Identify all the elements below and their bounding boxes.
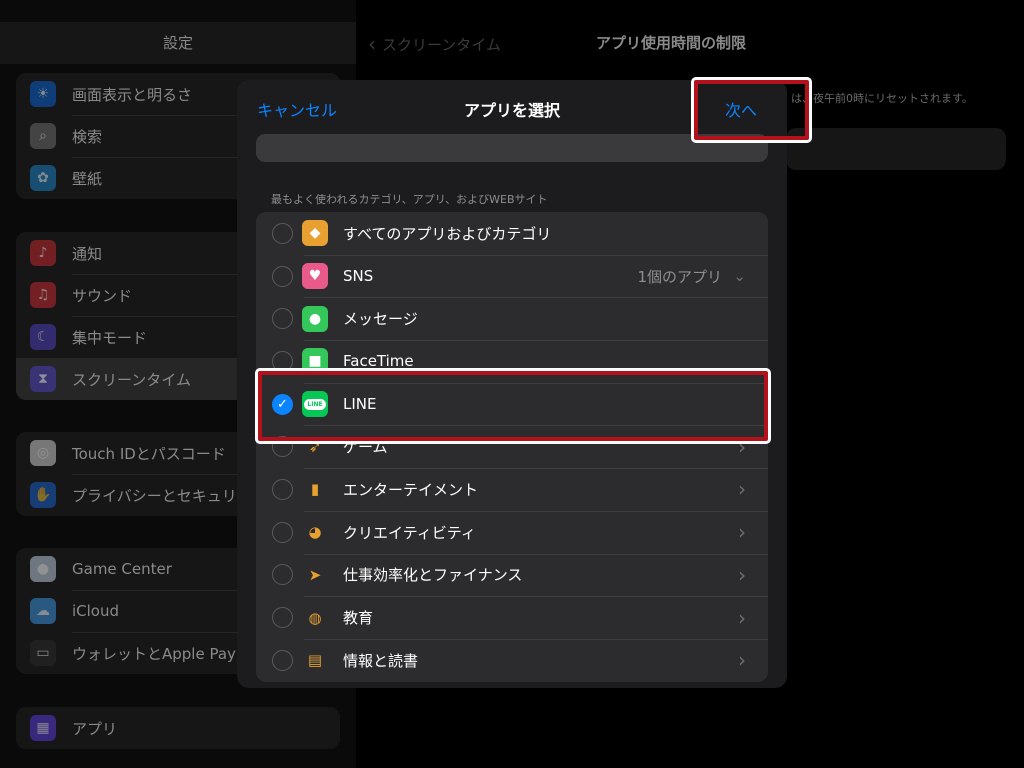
app-row-label: 仕事効率化とファイナンス xyxy=(343,566,523,585)
radio-circle-icon[interactable] xyxy=(272,649,293,671)
app-row[interactable]: ▮ エンターテイメント › xyxy=(256,468,768,511)
app-row-label: FaceTime xyxy=(343,352,414,371)
app-count-label: 1個のアプリ xyxy=(637,267,722,286)
back-label: スクリーンタイム xyxy=(382,35,501,54)
app-row[interactable]: ◍ 教育 › xyxy=(256,596,768,639)
palette-icon: ◕ xyxy=(302,519,328,546)
sidebar-title: 設定 xyxy=(0,22,356,64)
apps-grid-icon: ▦ xyxy=(30,715,56,741)
search-input[interactable] xyxy=(256,134,768,162)
radio-circle-icon[interactable] xyxy=(272,521,293,543)
sun-icon: ☀ xyxy=(30,81,56,107)
next-button-highlight xyxy=(691,77,812,143)
paper-plane-icon: ➤ xyxy=(302,561,328,588)
app-row-label: SNS xyxy=(343,267,374,286)
sidebar-item-label: サウンド xyxy=(72,286,133,305)
app-row-label: エンターテイメント xyxy=(343,480,479,499)
app-row[interactable]: ♥ SNS 1個のアプリ ⌄ xyxy=(256,254,768,298)
app-row-label: メッセージ xyxy=(343,310,418,329)
app-row-label: 情報と読書 xyxy=(343,651,419,670)
chevron-right-icon[interactable]: › xyxy=(738,563,746,587)
chevron-right-icon[interactable]: › xyxy=(738,606,746,630)
layers-icon: ◆ xyxy=(302,220,328,247)
moon-icon: ☾ xyxy=(30,324,56,350)
sidebar-item-label: 画面表示と明るさ xyxy=(72,85,193,104)
app-category-list: ◆ すべてのアプリおよびカテゴリ ♥ SNS 1個のアプリ ⌄ ● メッセージ ■ FaceTim… xyxy=(256,212,768,682)
app-row-label: クリエイティビティ xyxy=(343,523,476,542)
detail-card[interactable] xyxy=(786,128,1006,170)
globe-icon: ◍ xyxy=(302,604,328,631)
flower-icon: ✿ xyxy=(30,165,56,191)
sidebar-item-label: iCloud xyxy=(72,602,120,620)
sidebar-item-label: 検索 xyxy=(72,127,103,146)
reset-note: は、夜午前0時にリセットされます。 xyxy=(791,92,973,105)
book-icon: ▤ xyxy=(302,647,328,674)
popcorn-icon: ▮ xyxy=(302,476,328,503)
detail-title: アプリ使用時間の制限 xyxy=(596,34,747,52)
messages-icon: ● xyxy=(302,305,328,332)
app-row[interactable]: ● メッセージ xyxy=(256,297,768,340)
sidebar-group: ▦ アプリ xyxy=(16,707,340,749)
fingerprint-icon: ◎ xyxy=(30,440,56,466)
radio-circle-icon[interactable] xyxy=(272,265,293,287)
hand-icon: ✋ xyxy=(30,482,56,508)
sidebar-item-label: ウォレットとApple Pay xyxy=(72,644,236,663)
app-row-label: 教育 xyxy=(343,609,374,628)
app-row[interactable]: ➤ 仕事効率化とファイナンス › xyxy=(256,553,768,597)
radio-circle-icon[interactable] xyxy=(272,350,293,372)
app-row-label: すべてのアプリおよびカテゴリ xyxy=(343,224,552,243)
section-label: 最もよく使われるカテゴリ、アプリ、およびWEBサイト xyxy=(271,193,548,206)
sidebar-item-label: Game Center xyxy=(72,560,172,578)
sidebar-item-label: 壁紙 xyxy=(72,169,103,188)
search-icon: ⌕ xyxy=(30,123,56,149)
sidebar-item-label: スクリーンタイム xyxy=(72,370,191,389)
back-button[interactable]: ‹ スクリーンタイム xyxy=(368,32,501,56)
radio-circle-icon[interactable] xyxy=(272,564,293,586)
speaker-icon: ♫ xyxy=(30,282,56,308)
app-row[interactable]: ◆ すべてのアプリおよびカテゴリ xyxy=(256,212,768,255)
radio-circle-icon[interactable] xyxy=(272,478,293,500)
radio-circle-icon[interactable] xyxy=(272,222,293,244)
bell-icon: ♪ xyxy=(30,240,56,266)
chevron-down-icon[interactable]: ⌄ xyxy=(733,267,746,285)
hourglass-icon: ⧗ xyxy=(30,366,56,392)
game-center-icon: ● xyxy=(30,556,56,582)
app-row[interactable]: ▤ 情報と読書 › xyxy=(256,638,768,682)
chevron-right-icon[interactable]: › xyxy=(738,477,746,501)
line-row-highlight xyxy=(255,368,771,444)
sidebar-item-label: 通知 xyxy=(72,244,103,263)
wallet-icon: ▭ xyxy=(30,640,56,666)
sidebar-item-label: アプリ xyxy=(72,719,118,738)
radio-circle-icon[interactable] xyxy=(272,607,293,629)
cloud-icon: ☁ xyxy=(30,598,56,624)
sidebar-item[interactable]: ▦ アプリ xyxy=(16,707,340,749)
social-bubble-icon: ♥ xyxy=(302,263,328,290)
sidebar-item-label: Touch IDとパスコード xyxy=(72,444,226,463)
chevron-right-icon[interactable]: › xyxy=(738,648,746,672)
radio-circle-icon[interactable] xyxy=(272,308,293,330)
chevron-right-icon[interactable]: › xyxy=(738,520,746,544)
app-row[interactable]: ◕ クリエイティビティ › xyxy=(256,510,768,554)
sidebar-item-label: 集中モード xyxy=(72,328,148,347)
chevron-left-icon: ‹ xyxy=(368,32,376,56)
